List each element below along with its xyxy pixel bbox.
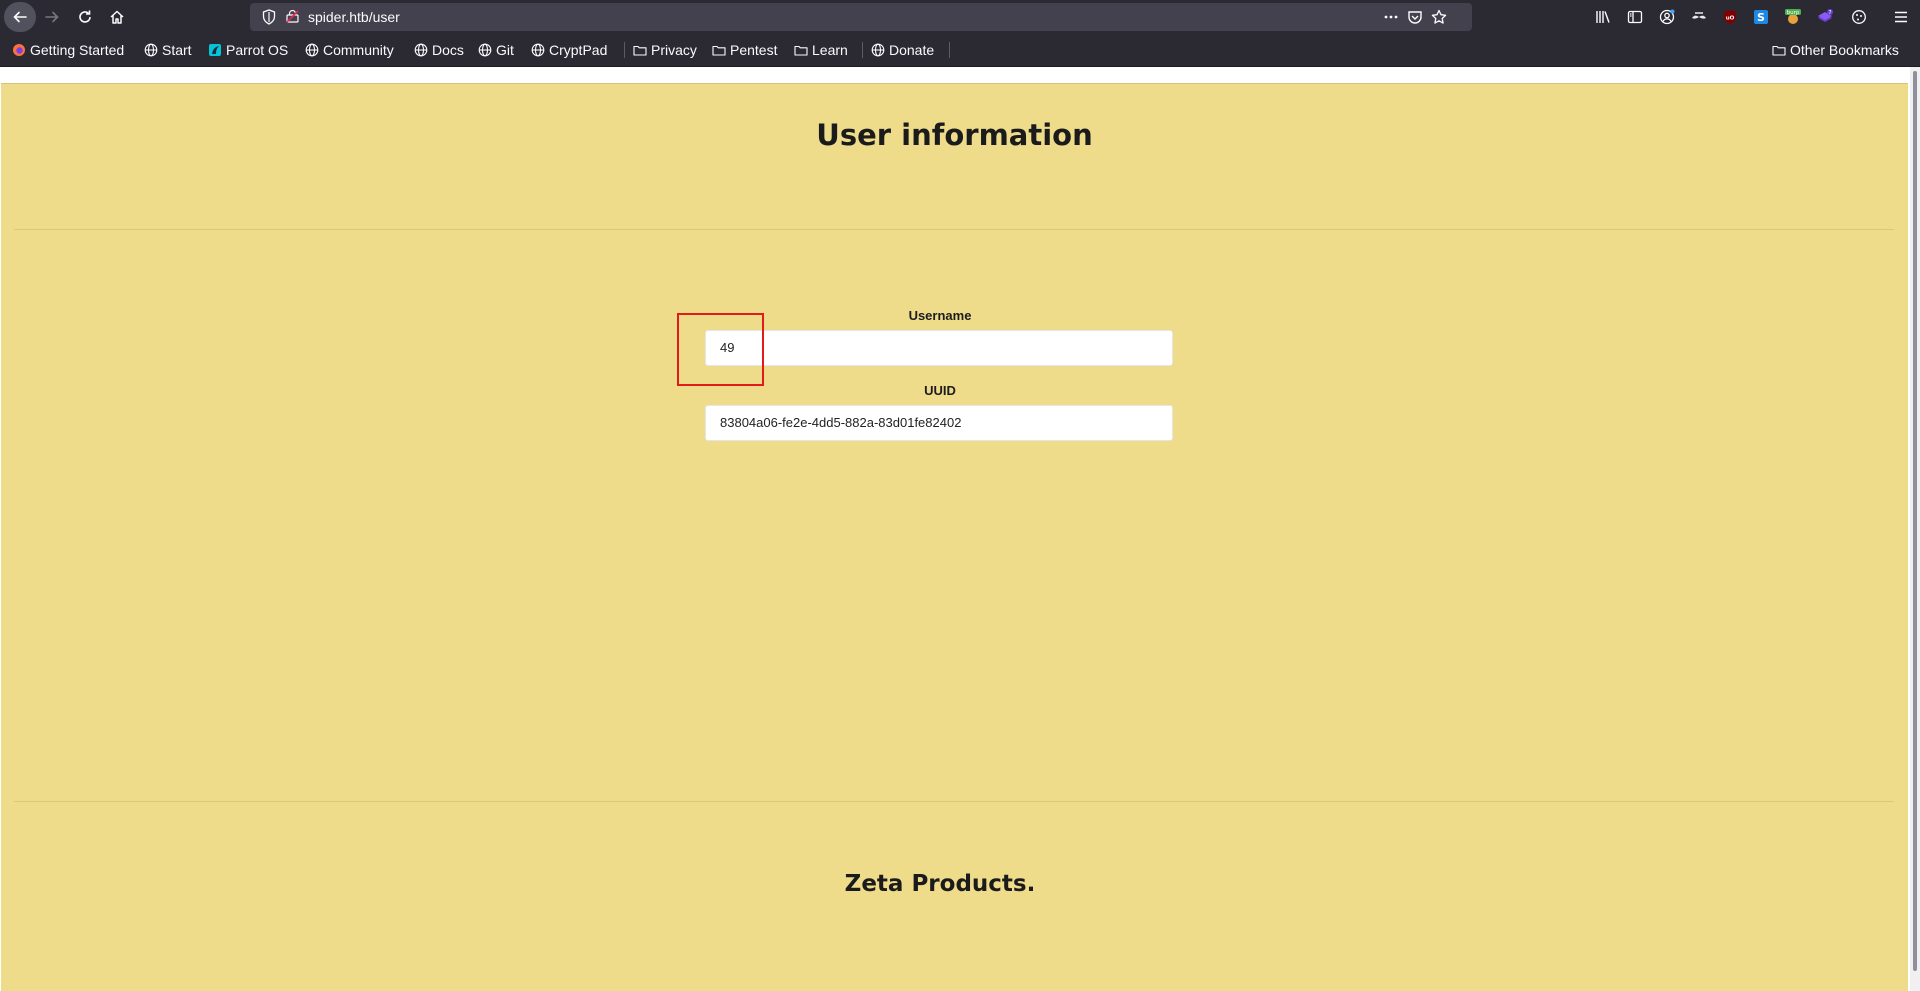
bookmark-community[interactable]: Community <box>305 34 394 66</box>
highlight-box <box>677 313 764 386</box>
divider <box>14 801 1894 802</box>
ellipsis-icon[interactable] <box>1383 9 1399 25</box>
reload-icon <box>79 10 91 23</box>
bookmark-label: Learn <box>812 42 848 58</box>
svg-text:7: 7 <box>1828 10 1831 16</box>
bookmark-separator <box>949 42 950 58</box>
ext-purple-icon: 7 <box>1818 9 1833 22</box>
globe-icon <box>871 43 885 57</box>
burp-icon: burp <box>1785 9 1801 24</box>
extension-purple-button[interactable]: 7 <box>1816 8 1834 26</box>
uuid-field[interactable]: 83804a06-fe2e-4dd5-882a-83d01fe82402 <box>705 405 1173 441</box>
ublock-icon: uO <box>1724 10 1736 24</box>
bookmark-label: Getting Started <box>30 42 125 58</box>
library-icon <box>1596 11 1610 23</box>
bookmark-label: Git <box>496 42 514 58</box>
ext-s-icon: S <box>1754 10 1768 24</box>
username-label: Username <box>908 308 972 323</box>
firefox-icon <box>13 44 25 56</box>
arrow-right-icon <box>45 11 59 23</box>
bookmark-folder-other[interactable]: Other Bookmarks <box>1772 34 1899 66</box>
bookmark-start[interactable]: Start <box>144 34 192 66</box>
bookmark-label: CryptPad <box>549 42 608 58</box>
svg-text:S: S <box>1757 11 1765 24</box>
folder-icon <box>1772 45 1786 56</box>
divider <box>14 229 1894 230</box>
globe-icon <box>414 43 428 57</box>
bookmark-docs[interactable]: Docs <box>414 34 464 66</box>
library-button[interactable] <box>1594 8 1612 26</box>
bookmark-label: Pentest <box>730 42 778 58</box>
globe-icon <box>305 43 319 57</box>
site-security-icon[interactable] <box>286 10 299 23</box>
home-button[interactable] <box>101 2 133 32</box>
url-bar[interactable]: spider.htb/user <box>250 3 1472 31</box>
bookmark-label: Start <box>162 42 192 58</box>
globe-icon <box>531 43 545 57</box>
bookmark-getting-started[interactable]: Getting Started <box>12 34 124 66</box>
globe-icon <box>144 43 158 57</box>
back-button[interactable] <box>4 2 36 32</box>
bookmarks-toolbar: Getting Started Start Parrot OS Communit… <box>0 34 1920 67</box>
browser-toolbar: spider.htb/user uO S burp 7 <box>0 0 1920 34</box>
bookmark-label: Docs <box>432 42 464 58</box>
folder-icon <box>794 45 808 56</box>
pocket-icon[interactable] <box>1407 9 1423 25</box>
bookmark-parrot-os[interactable]: Parrot OS <box>208 34 288 66</box>
star-icon[interactable] <box>1431 9 1447 25</box>
bookmark-label: Community <box>323 42 394 58</box>
account-button[interactable] <box>1658 8 1676 26</box>
svg-text:burp: burp <box>1787 10 1800 16</box>
folder-icon <box>712 45 726 56</box>
bookmark-git[interactable]: Git <box>478 34 514 66</box>
vertical-scrollbar[interactable] <box>1910 67 1920 991</box>
bookmark-label: Privacy <box>651 42 697 58</box>
sidebar-icon <box>1627 10 1643 24</box>
arrow-left-icon <box>13 11 27 23</box>
home-icon <box>110 10 124 24</box>
page-title: User information <box>816 118 1093 152</box>
account-icon <box>1659 9 1675 25</box>
scrollbar-thumb[interactable] <box>1913 71 1917 971</box>
svg-text:uO: uO <box>1726 16 1735 22</box>
globe-icon <box>478 43 492 57</box>
cookie-icon <box>1852 10 1866 24</box>
username-field[interactable]: 49 <box>705 330 1173 366</box>
page-viewport: User information Username 49 UUID 83804a… <box>0 67 1920 991</box>
page-content: User information Username 49 UUID 83804a… <box>1 83 1908 991</box>
folder-icon <box>633 45 647 56</box>
extension-mustache-button[interactable] <box>1690 8 1708 26</box>
parrot-icon <box>209 44 221 56</box>
forward-button[interactable] <box>36 2 68 32</box>
url-text[interactable]: spider.htb/user <box>308 3 400 31</box>
bookmark-label: Donate <box>889 42 935 58</box>
hamburger-icon <box>1895 11 1907 23</box>
bookmark-separator <box>862 42 863 58</box>
ublock-button[interactable]: uO <box>1721 8 1739 26</box>
footer-title: Zeta Products. <box>844 871 1036 897</box>
bookmark-folder-learn[interactable]: Learn <box>794 34 848 66</box>
bookmark-separator <box>624 42 625 58</box>
sidebar-button[interactable] <box>1626 8 1644 26</box>
extension-s-button[interactable]: S <box>1752 8 1770 26</box>
menu-button[interactable] <box>1892 8 1910 26</box>
reload-button[interactable] <box>69 2 101 32</box>
cookie-button[interactable] <box>1850 8 1868 26</box>
bookmark-folder-privacy[interactable]: Privacy <box>633 34 697 66</box>
burp-button[interactable]: burp <box>1784 8 1802 26</box>
ext-mustache-icon <box>1692 12 1706 19</box>
shield-icon[interactable] <box>262 9 276 25</box>
bookmark-donate[interactable]: Donate <box>871 34 934 66</box>
bookmark-label: Parrot OS <box>226 42 289 58</box>
bookmark-cryptpad[interactable]: CryptPad <box>531 34 607 66</box>
uuid-label: UUID <box>924 383 956 398</box>
bookmark-folder-pentest[interactable]: Pentest <box>712 34 777 66</box>
bookmark-label: Other Bookmarks <box>1790 42 1899 58</box>
